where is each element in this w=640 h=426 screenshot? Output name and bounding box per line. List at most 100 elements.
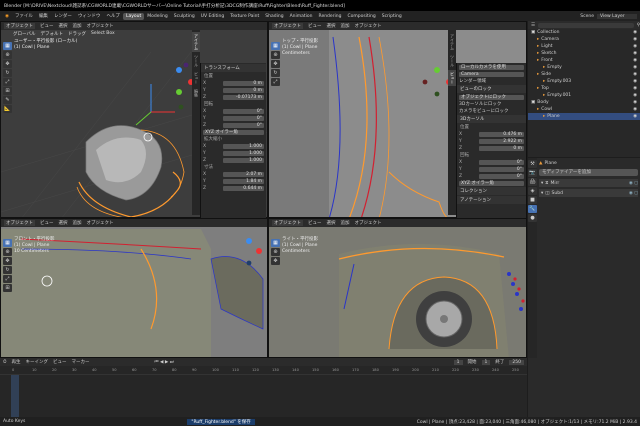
menu-add[interactable]: 追加 — [341, 220, 350, 226]
annotation-heading[interactable]: アノテーション — [457, 196, 526, 204]
viewport-front-ortho[interactable]: オブジェクト ビュー 選択 追加 オブジェクト フロント・平行投影 (1) Co… — [0, 218, 268, 358]
tab-sculpting[interactable]: Sculpting — [171, 13, 198, 20]
lock-camera-toggle[interactable]: カメラをビューにロック — [459, 108, 509, 114]
rotate-tool-icon[interactable]: ↻ — [271, 69, 280, 77]
blender-logo-icon[interactable]: ◉ — [2, 14, 12, 19]
view-layer-selector[interactable]: View Layer — [597, 13, 637, 19]
select-tool-icon[interactable]: ▦ — [271, 239, 280, 247]
location-x-field[interactable]: 0 m — [223, 80, 264, 86]
outliner-item[interactable]: ▸ Cowl ◉ — [528, 106, 640, 113]
cursor-x-field[interactable]: 0.476 m — [479, 131, 524, 137]
scale-tool-icon[interactable]: ⤢ — [3, 275, 12, 283]
modifier-tab-icon[interactable]: 🔧 — [528, 205, 537, 213]
tool-tab-icon[interactable]: ⚒ — [528, 160, 537, 168]
mode-selector[interactable]: オブジェクト — [272, 220, 303, 226]
tab-texture-paint[interactable]: Texture Paint — [227, 13, 262, 20]
dim-y-field[interactable]: 1.84 m — [223, 178, 264, 184]
lock-to-cursor-toggle[interactable]: 3Dカーソルにロック — [459, 101, 501, 107]
eye-icon[interactable]: ◉ — [633, 114, 637, 119]
eye-icon[interactable]: ◉ — [633, 44, 637, 49]
rotate-tool-icon[interactable]: ↻ — [3, 69, 12, 77]
cursor-tool-icon[interactable]: ⊕ — [271, 248, 280, 256]
modifier-subdivision[interactable]: ▾ ◫ Subd ◉ ◻ — [539, 189, 638, 197]
eye-icon[interactable]: ◉ — [633, 100, 637, 105]
menu-keying[interactable]: キーイング — [26, 359, 49, 365]
cursor-z-field[interactable]: 0 m — [479, 145, 524, 151]
cursor-tool-icon[interactable]: ⊕ — [271, 51, 280, 59]
eye-icon[interactable]: ◉ — [633, 65, 637, 70]
scale-x-field[interactable]: 1.000 — [223, 143, 264, 149]
add-modifier-button[interactable]: モディファイアーを追加 — [539, 169, 638, 176]
rotation-x-field[interactable]: 0° — [223, 108, 264, 114]
tab-view[interactable]: ビュー — [192, 70, 200, 86]
viewport-right-ortho[interactable]: オブジェクト ビュー 選択 追加 オブジェクト ライト・平行投影 (1) Cow… — [268, 218, 527, 358]
move-tool-icon[interactable]: ✥ — [271, 60, 280, 68]
pivot-selector[interactable]: デフォルト — [40, 31, 63, 37]
annotate-tool-icon[interactable]: ✎ — [3, 96, 12, 104]
outliner-item[interactable]: ▸ Sketch ◉ — [528, 50, 640, 57]
tab-item[interactable]: アイテム — [448, 32, 456, 52]
cursor-heading[interactable]: 3Dカーソル — [457, 115, 526, 123]
chevron-down-icon[interactable]: ▾ — [541, 181, 543, 186]
outliner-item[interactable]: ▸ Light ◉ — [528, 43, 640, 50]
eye-icon[interactable]: ◉ — [633, 86, 637, 91]
modifier-name[interactable]: Mirr — [550, 181, 559, 186]
menu-object[interactable]: オブジェクト — [355, 220, 382, 226]
outliner-item[interactable]: ▸ Empty.001 ◉ — [528, 92, 640, 99]
outliner-item[interactable]: ▸ Empty.003 ◉ — [528, 78, 640, 85]
tab-view[interactable]: ビュー — [448, 70, 456, 86]
scene-tab-icon[interactable]: ◈ — [528, 187, 537, 195]
transform-tool-icon[interactable]: ⊞ — [3, 284, 12, 292]
cursor-rot-y-field[interactable]: 0° — [479, 166, 524, 172]
rotation-y-field[interactable]: 0° — [223, 115, 264, 121]
menu-window[interactable]: ウィンドウ — [75, 13, 104, 19]
eye-icon[interactable]: ◉ — [633, 30, 637, 35]
outliner-item[interactable]: ▸ Camera ◉ — [528, 36, 640, 43]
menu-view[interactable]: ビュー — [40, 220, 54, 226]
modifier-name[interactable]: Subd — [552, 191, 563, 196]
select-box-selector[interactable]: Select Box — [91, 31, 115, 36]
tab-edit[interactable]: 編集 — [192, 87, 200, 99]
eye-icon[interactable]: ◉ — [633, 58, 637, 63]
rotation-mode-select[interactable]: XYZ オイラー角 — [203, 129, 264, 135]
tab-rendering[interactable]: Rendering — [316, 13, 345, 20]
scale-tool-icon[interactable]: ⤢ — [271, 78, 280, 86]
outliner-item[interactable]: ▸ Top ◉ — [528, 85, 640, 92]
outliner-item[interactable]: ▸ Plane ◉ — [528, 113, 640, 120]
menu-file[interactable]: ファイル — [12, 13, 36, 19]
cursor-y-field[interactable]: 2.922 m — [479, 138, 524, 144]
timeline-ruler[interactable]: 0 10 20 30 40 50 60 70 80 90 100 110 120 130 140 150 160… — [0, 366, 527, 375]
outliner-item[interactable]: ▸ Empty ◉ — [528, 64, 640, 71]
menu-object[interactable]: オブジェクト — [87, 220, 114, 226]
mode-selector[interactable]: オブジェクト — [272, 23, 303, 29]
transform-tool-icon[interactable]: ⊞ — [3, 87, 12, 95]
menu-view[interactable]: ビュー — [40, 23, 54, 29]
scale-tool-icon[interactable]: ⤢ — [3, 78, 12, 86]
visibility-icon[interactable]: ◉ ◻ — [629, 181, 638, 186]
rotation-z-field[interactable]: 0° — [223, 122, 264, 128]
output-tab-icon[interactable]: 🖨 — [528, 178, 537, 186]
move-tool-icon[interactable]: ✥ — [3, 257, 12, 265]
measure-tool-icon[interactable]: 📐 — [3, 105, 12, 113]
mode-selector[interactable]: オブジェクト — [4, 23, 35, 29]
gizmo-y-axis[interactable] — [135, 111, 152, 126]
modifier-mirror[interactable]: ▾ ⧖ Mirr ◉ ◻ — [539, 179, 638, 187]
outliner-item[interactable]: ▣ Collection ◉ — [528, 29, 640, 36]
transform-heading[interactable]: トランスフォーム — [201, 64, 266, 72]
tab-layout[interactable]: Layout — [122, 12, 145, 20]
move-tool-icon[interactable]: ✥ — [271, 257, 280, 265]
render-tab-icon[interactable]: 📷 — [528, 169, 537, 177]
view-lock-heading[interactable]: ビューのロック — [457, 85, 526, 93]
tab-tool[interactable]: ツール — [448, 53, 456, 69]
lock-to-object-field[interactable]: オブジェクトにロック — [459, 94, 524, 100]
eye-icon[interactable]: ◉ — [633, 79, 637, 84]
scene-selector[interactable]: Scene — [577, 14, 597, 19]
scale-y-field[interactable]: 1.000 — [223, 150, 264, 156]
select-tool-icon[interactable]: ▦ — [3, 239, 12, 247]
menu-select[interactable]: 選択 — [59, 220, 68, 226]
outliner-item[interactable]: ▸ Front ◉ — [528, 57, 640, 64]
collection-heading[interactable]: コレクション — [457, 187, 526, 195]
visibility-icon[interactable]: ◉ ◻ — [629, 191, 638, 196]
tab-modeling[interactable]: Modeling — [144, 13, 170, 20]
camera-field[interactable]: Camera — [459, 71, 524, 77]
